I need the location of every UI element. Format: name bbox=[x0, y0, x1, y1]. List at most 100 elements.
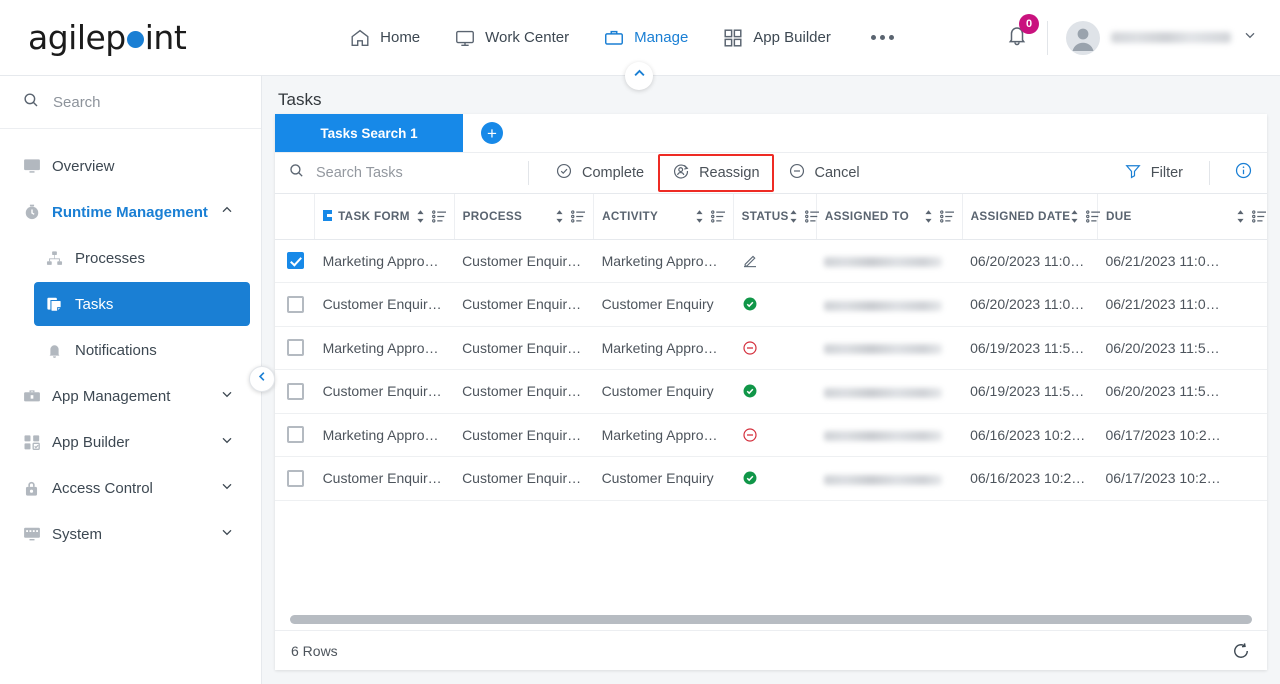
row-checkbox-cell[interactable] bbox=[275, 369, 315, 414]
column-header-assigned-to[interactable]: ASSIGNED TO bbox=[816, 194, 963, 240]
row-checkbox[interactable] bbox=[287, 469, 304, 487]
redacted-user bbox=[824, 431, 943, 442]
redacted-user bbox=[824, 344, 943, 355]
notifications-button[interactable]: 0 bbox=[987, 14, 1047, 52]
row-checkbox[interactable] bbox=[287, 426, 304, 444]
column-header-process[interactable]: PROCESS bbox=[454, 194, 595, 240]
grid-icon bbox=[722, 27, 744, 49]
tasks-icon bbox=[45, 295, 75, 314]
column-label-due: DUE bbox=[1105, 209, 1132, 223]
refresh-button[interactable] bbox=[1231, 641, 1251, 661]
table-row[interactable]: Customer Enquir… Customer Enquir… Customer… bbox=[275, 456, 1267, 501]
sidebar-item-runtime-management[interactable]: Runtime Management bbox=[11, 190, 250, 234]
column-label-task-form: TASK FORM bbox=[338, 209, 410, 223]
column-header-activity[interactable]: ACTIVITY bbox=[593, 194, 734, 240]
app-logo[interactable]: agilep int bbox=[0, 18, 262, 57]
cell-assigned-date: 06/20/2023 11:0… bbox=[962, 282, 1098, 327]
logo-dot-icon bbox=[126, 31, 144, 48]
header-select-all bbox=[275, 194, 316, 240]
sidebar-item-access-control[interactable]: Access Control bbox=[11, 466, 250, 510]
column-tools[interactable] bbox=[695, 209, 725, 223]
sort-icon bbox=[556, 209, 563, 223]
column-tools[interactable] bbox=[1070, 209, 1101, 223]
sort-icon bbox=[1071, 209, 1078, 223]
nav-item-manage[interactable]: Manage bbox=[603, 27, 688, 49]
table-row[interactable]: Customer Enquir… Customer Enquir… Customer… bbox=[275, 369, 1267, 414]
tab-tasks-search-1[interactable]: Tasks Search 1 bbox=[275, 114, 463, 152]
redacted-user bbox=[824, 387, 943, 398]
column-pin-icon bbox=[323, 209, 333, 223]
cell-assigned-to bbox=[816, 239, 963, 283]
sidebar-item-system[interactable]: System bbox=[11, 512, 250, 556]
sidebar-search[interactable]: Search bbox=[0, 76, 261, 129]
filter-button[interactable]: Filter bbox=[1110, 154, 1197, 192]
sidebar-label-access-control: Access Control bbox=[52, 479, 153, 497]
row-checkbox[interactable] bbox=[287, 382, 304, 400]
monitor-icon bbox=[454, 27, 476, 49]
more-dots-icon[interactable] bbox=[865, 35, 900, 40]
reassign-button[interactable]: Reassign bbox=[658, 154, 774, 192]
cell-assigned-date: 06/20/2023 11:0… bbox=[962, 239, 1098, 283]
header-collapse-button[interactable] bbox=[625, 62, 653, 90]
logo-text-suffix: int bbox=[144, 18, 187, 57]
cell-assigned-to bbox=[816, 282, 963, 327]
sidebar-item-app-management[interactable]: App Management bbox=[11, 374, 250, 418]
sidebar: Search Overview Runtime Management Proce… bbox=[0, 76, 262, 684]
sidebar-item-tasks[interactable]: Tasks bbox=[34, 282, 250, 326]
row-checkbox-cell[interactable] bbox=[275, 239, 315, 283]
nav-item-work-center[interactable]: Work Center bbox=[454, 27, 569, 49]
cell-assigned-date: 06/19/2023 11:5… bbox=[962, 326, 1098, 370]
row-checkbox[interactable] bbox=[287, 295, 304, 313]
column-header-assigned-date[interactable]: ASSIGNED DATE bbox=[962, 194, 1101, 240]
search-icon bbox=[22, 91, 40, 114]
complete-button[interactable]: Complete bbox=[541, 154, 658, 192]
cell-task-form: Marketing Appro… bbox=[314, 413, 455, 457]
sidebar-label-tasks: Tasks bbox=[75, 295, 114, 313]
info-button[interactable] bbox=[1222, 161, 1253, 185]
table-row[interactable]: Marketing Appro… Customer Enquir… Marketin… bbox=[275, 326, 1267, 370]
complete-status-icon bbox=[743, 297, 757, 311]
chevron-down-icon bbox=[219, 478, 235, 499]
cell-activity: Customer Enquiry bbox=[593, 282, 734, 327]
nav-item-app-builder[interactable]: App Builder bbox=[722, 27, 831, 49]
sort-icon bbox=[925, 209, 932, 223]
table-row[interactable]: Marketing Appro… Customer Enquir… Marketin… bbox=[275, 413, 1267, 457]
tasks-table-container[interactable]: TASK FORM PROCESS ACTIVITY STATUS ASSIGN… bbox=[275, 194, 1267, 608]
sidebar-collapse-button[interactable] bbox=[249, 366, 275, 392]
column-header-task-form[interactable]: TASK FORM bbox=[314, 194, 455, 240]
column-menu-icon bbox=[1252, 210, 1266, 223]
table-row[interactable]: Marketing Appro… Customer Enquir… Marketin… bbox=[275, 239, 1267, 283]
chevron-up-icon bbox=[632, 66, 647, 86]
user-menu[interactable] bbox=[1048, 20, 1258, 55]
column-label-process: PROCESS bbox=[462, 209, 523, 223]
tasks-toolbar: Search Tasks Complete Reassign Cancel Fi… bbox=[275, 152, 1267, 194]
sidebar-item-processes[interactable]: Processes bbox=[34, 236, 250, 280]
column-menu-icon bbox=[939, 210, 954, 223]
row-checkbox-cell[interactable] bbox=[275, 282, 315, 327]
avatar bbox=[1066, 20, 1100, 55]
minus-circle-icon bbox=[788, 162, 806, 184]
column-header-status[interactable]: STATUS bbox=[733, 194, 819, 240]
column-tools[interactable] bbox=[924, 209, 954, 223]
column-tools[interactable] bbox=[555, 209, 586, 223]
table-row[interactable]: Customer Enquir… Customer Enquir… Customer… bbox=[275, 282, 1267, 327]
row-checkbox-cell[interactable] bbox=[275, 413, 315, 457]
sidebar-item-notifications[interactable]: Notifications bbox=[34, 328, 250, 372]
column-header-due[interactable]: DUE bbox=[1097, 194, 1267, 240]
horizontal-scrollbar[interactable] bbox=[290, 614, 1252, 624]
row-checkbox[interactable] bbox=[287, 252, 304, 270]
row-checkbox-cell[interactable] bbox=[275, 456, 315, 501]
column-tools[interactable] bbox=[789, 209, 819, 223]
column-tools[interactable] bbox=[416, 209, 446, 223]
cancel-button[interactable]: Cancel bbox=[774, 154, 874, 192]
column-tools[interactable] bbox=[1236, 209, 1266, 223]
row-checkbox[interactable] bbox=[287, 339, 304, 357]
add-tab-button[interactable]: + bbox=[481, 122, 503, 144]
row-checkbox-cell[interactable] bbox=[275, 326, 315, 370]
cell-status bbox=[733, 369, 817, 414]
overview-icon bbox=[22, 156, 52, 176]
search-tasks-input[interactable]: Search Tasks bbox=[288, 162, 516, 184]
nav-item-home[interactable]: Home bbox=[349, 27, 420, 49]
sidebar-item-overview[interactable]: Overview bbox=[11, 144, 250, 188]
sidebar-item-app-builder[interactable]: App Builder bbox=[11, 420, 250, 464]
